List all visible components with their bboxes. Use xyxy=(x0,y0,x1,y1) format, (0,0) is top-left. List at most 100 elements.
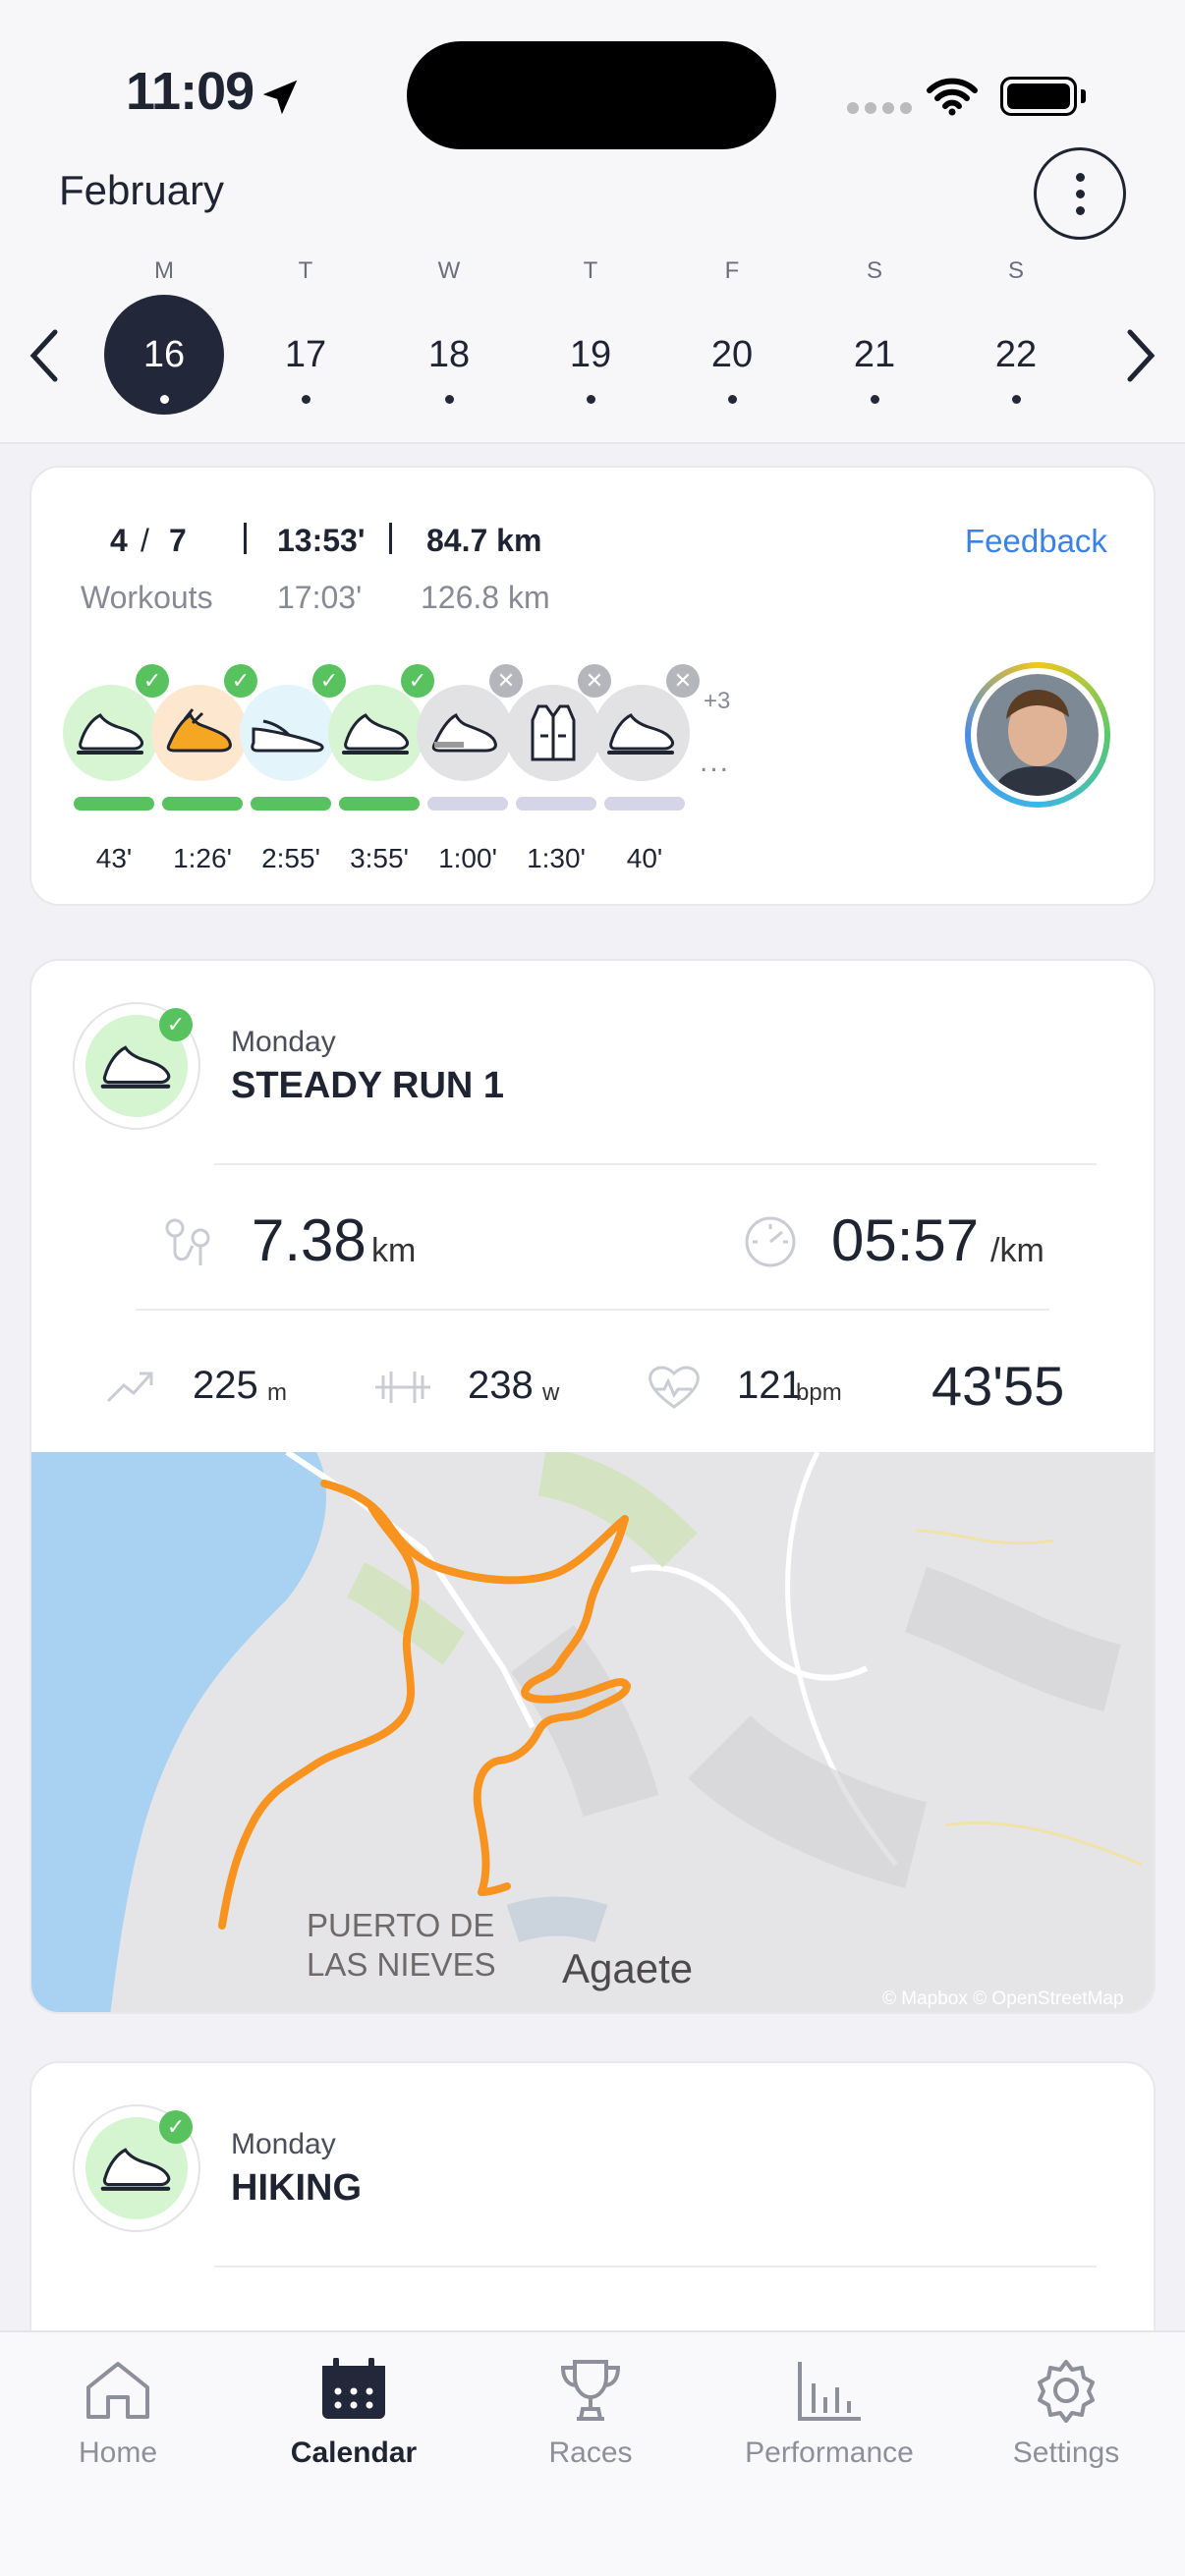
feedback-link[interactable]: Feedback xyxy=(965,523,1107,560)
tab-calendar[interactable]: Calendar xyxy=(246,2358,462,2470)
divider xyxy=(389,523,392,554)
power-unit: w xyxy=(542,1379,560,1406)
workout-duration: 43' xyxy=(95,843,133,873)
workout-card-steady-run[interactable] xyxy=(29,959,1156,2014)
map-town-label: Agaete xyxy=(562,1945,694,1991)
workout-icon-3[interactable] xyxy=(240,685,336,781)
calendar-icon xyxy=(322,2358,385,2419)
pace-value: 05:57 xyxy=(831,1207,980,1273)
day-workout-dot xyxy=(445,395,454,404)
month-title: February xyxy=(59,167,225,213)
workout-icon-5[interactable] xyxy=(417,685,513,781)
running-shoe-icon xyxy=(342,713,409,755)
tab-performance[interactable]: Performance xyxy=(721,2358,937,2470)
workout-status-bar xyxy=(162,797,243,811)
workout-icon-1[interactable] xyxy=(63,685,159,781)
workouts-done: 4 xyxy=(110,523,128,558)
divider xyxy=(136,1309,1049,1311)
tab-settings[interactable]: Settings xyxy=(958,2358,1174,2470)
completed-check-icon: ✓ xyxy=(159,1008,193,1041)
workout-day: Monday xyxy=(231,2128,336,2160)
heart-rate-icon xyxy=(649,1366,700,1409)
power-value: 238 xyxy=(468,1364,534,1407)
weekday-label: W xyxy=(437,257,461,284)
battery-cap xyxy=(1081,89,1086,103)
trail-shoe-icon xyxy=(431,712,497,753)
weekday-label: T xyxy=(583,257,598,284)
previous-week-button[interactable] xyxy=(28,328,63,383)
completed-check-icon: ✓ xyxy=(224,664,257,698)
distance-unit: km xyxy=(371,1232,417,1269)
completed-check-icon: ✓ xyxy=(136,664,169,698)
running-shoe-icon xyxy=(607,713,674,755)
tab-home[interactable]: Home xyxy=(10,2358,226,2470)
divider xyxy=(244,523,247,554)
map-attribution[interactable]: © Mapbox © OpenStreetMap xyxy=(882,1988,1124,2010)
workout-status-bar xyxy=(427,797,508,811)
time-planned: 17:03' xyxy=(277,580,363,615)
completed-check-icon: ✓ xyxy=(312,664,346,698)
location-arrow-icon xyxy=(262,80,298,115)
elevation-unit: m xyxy=(267,1379,287,1406)
workout-icon-2[interactable] xyxy=(151,685,248,781)
power-dumbbell-icon xyxy=(375,1372,430,1403)
day-workout-dot xyxy=(160,395,169,404)
workout-status-bar xyxy=(251,797,331,811)
more-workouts-ellipsis[interactable]: ... xyxy=(700,748,730,777)
sandal-icon xyxy=(251,719,324,753)
divider xyxy=(214,2266,1097,2268)
workout-icon-6[interactable] xyxy=(505,685,601,781)
coach-avatar[interactable] xyxy=(965,662,1110,808)
heart-rate-unit: bpm xyxy=(796,1379,842,1406)
battery-icon xyxy=(1000,77,1077,116)
more-options-button[interactable] xyxy=(1034,147,1126,240)
running-shoe-icon xyxy=(100,2148,171,2191)
day-workout-dot xyxy=(587,395,595,404)
elevation-icon xyxy=(106,1372,153,1403)
day-workout-dot xyxy=(302,395,310,404)
trail-shoe-icon xyxy=(166,708,232,753)
tab-races[interactable]: Races xyxy=(482,2358,699,2470)
speedometer-icon xyxy=(745,1216,796,1267)
gear-icon xyxy=(1038,2360,1095,2423)
workout-status-bar xyxy=(604,797,685,811)
workout-icon-7[interactable] xyxy=(593,685,690,781)
time-done: 13:53' xyxy=(277,523,366,558)
workout-icon-4[interactable] xyxy=(328,685,424,781)
weekday-label: F xyxy=(724,257,740,284)
trophy-icon xyxy=(560,2360,621,2421)
cellular-signal-icon xyxy=(847,102,912,114)
workout-title: STEADY RUN 1 xyxy=(231,1065,505,1106)
status-time: 11:09 xyxy=(126,62,254,121)
day-workout-dot xyxy=(871,395,879,404)
weekday-label: S xyxy=(866,257,882,284)
route-distance-icon xyxy=(165,1218,210,1265)
heart-rate-value: 121 xyxy=(737,1364,803,1407)
pace-unit: /km xyxy=(990,1232,1044,1269)
vest-icon xyxy=(531,704,576,761)
avatar-portrait xyxy=(977,674,1099,796)
map-place-label: PUERTO DE LAS NIEVES xyxy=(307,1907,496,1983)
workout-duration-total: 43'55 xyxy=(931,1355,1065,1417)
running-shoe-icon xyxy=(77,713,143,755)
next-week-button[interactable] xyxy=(1122,328,1157,383)
route-map[interactable] xyxy=(31,1452,1156,2014)
bar-chart-icon xyxy=(798,2362,861,2421)
distance-planned: 126.8 km xyxy=(421,580,550,615)
home-icon xyxy=(86,2362,149,2419)
workout-status-bar xyxy=(516,797,596,811)
distance-done: 84.7 km xyxy=(426,523,542,558)
workouts-total: 7 xyxy=(169,523,187,558)
elevation-value: 225 xyxy=(193,1364,258,1407)
missed-x-icon: ✕ xyxy=(489,664,523,698)
wifi-icon xyxy=(927,78,978,116)
more-workouts-count: +3 xyxy=(704,688,731,714)
workout-day: Monday xyxy=(231,1026,336,1058)
distance-value: 7.38 xyxy=(252,1207,367,1273)
workout-duration: 1:30' xyxy=(527,843,586,873)
divider xyxy=(214,1163,1097,1165)
weekday-label: T xyxy=(298,257,313,284)
completed-check-icon: ✓ xyxy=(159,2110,193,2144)
weekday-label: S xyxy=(1007,257,1024,284)
dynamic-island xyxy=(407,41,776,149)
